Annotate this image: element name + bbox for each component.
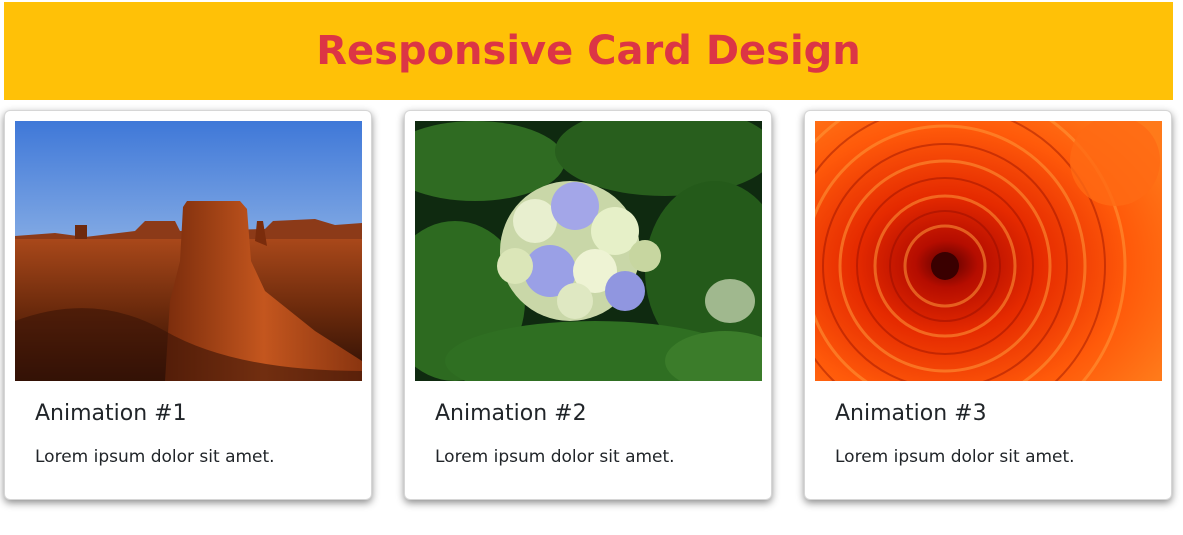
card-image-hydrangea [415, 121, 762, 381]
card-title: Animation #1 [35, 401, 187, 426]
card-2[interactable]: Animation #2 Lorem ipsum dolor sit amet. [404, 110, 772, 500]
card-text: Lorem ipsum dolor sit amet. [35, 447, 275, 467]
page-title: Responsive Card Design [316, 28, 861, 74]
card-image-desert [15, 121, 362, 381]
card-text: Lorem ipsum dolor sit amet. [835, 447, 1075, 467]
card-text: Lorem ipsum dolor sit amet. [435, 447, 675, 467]
page-header: Responsive Card Design [4, 2, 1173, 100]
card-title: Animation #3 [835, 401, 987, 426]
card-title: Animation #2 [435, 401, 587, 426]
card-1[interactable]: Animation #1 Lorem ipsum dolor sit amet. [4, 110, 372, 500]
card-3[interactable]: Animation #3 Lorem ipsum dolor sit amet. [804, 110, 1172, 500]
card-image-chrysanthemum [815, 121, 1162, 381]
